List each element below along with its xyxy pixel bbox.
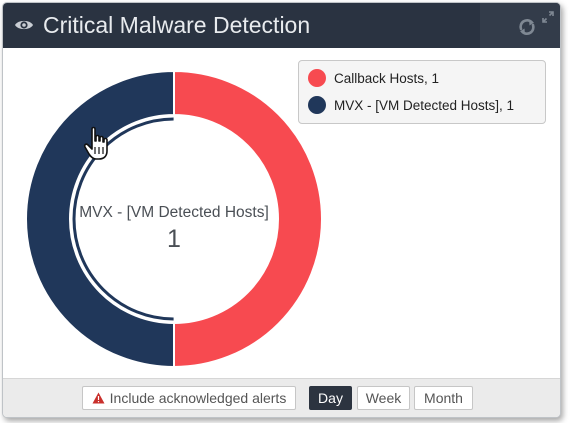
refresh-icon[interactable] [517,17,537,37]
legend-swatch [308,96,326,114]
widget-footer: Include acknowledged alerts Day Week Mon… [3,378,560,417]
range-day-button[interactable]: Day [309,386,352,410]
malware-widget: Critical Malware Detection MVX - [VM Det… [2,2,561,418]
legend-swatch [308,69,326,87]
include-acknowledged-alerts-button[interactable]: Include acknowledged alerts [82,386,296,410]
donut-center-value: 1 [167,225,181,253]
range-month-button[interactable]: Month [414,386,473,410]
warning-triangle-icon [92,392,105,404]
legend-label: Callback Hosts, 1 [334,71,440,86]
chart-area: MVX - [VM Detected Hosts] 1 Callback Hos… [3,48,560,378]
widget-header: Critical Malware Detection [3,3,560,48]
eye-icon[interactable] [14,17,34,33]
chart-legend: Callback Hosts, 1 MVX - [VM Detected Hos… [298,60,546,124]
legend-label: MVX - [VM Detected Hosts], 1 [334,98,515,113]
hand-pointer-cursor-icon [83,126,108,160]
widget-title: Critical Malware Detection [43,12,311,38]
header-tools [480,3,560,48]
donut-center-label: MVX - [VM Detected Hosts] [79,204,269,221]
range-week-button[interactable]: Week [357,386,410,410]
include-acknowledged-alerts-label: Include acknowledged alerts [109,390,287,406]
expand-icon[interactable] [542,11,554,23]
